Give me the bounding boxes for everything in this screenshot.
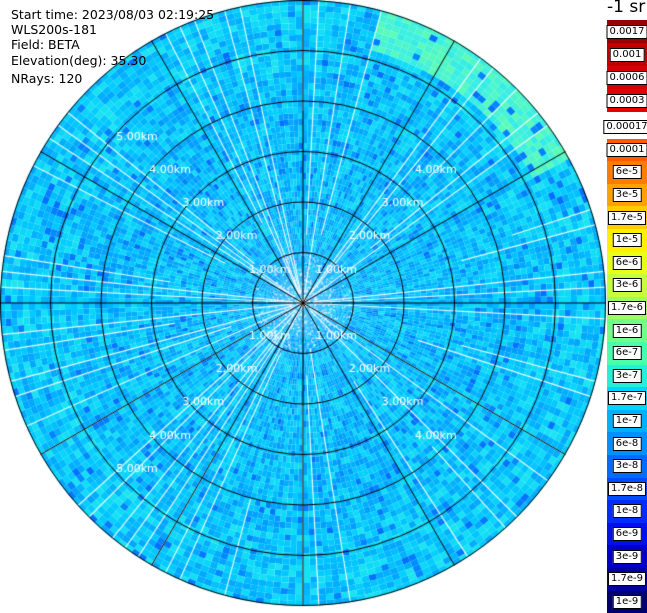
colorbar-step: 3e-8 — [607, 455, 647, 478]
field-name: Field: BETA — [11, 37, 80, 52]
colorbar-tick-label: 1.7e-9 — [608, 572, 646, 586]
colorbar-tick-label: 1e-8 — [613, 504, 642, 518]
colorbar-tick-label: 1e-7 — [613, 414, 642, 428]
colorbar-step: 6e-7 — [607, 342, 647, 365]
colorbar-unit-label: -1 sr — [607, 0, 645, 17]
colorbar-tick-label: 3e-8 — [613, 459, 642, 473]
instrument-name: WLS200s-181 — [11, 22, 97, 37]
colorbar-step: 0.00017 — [607, 116, 647, 139]
colorbar-step: 0.0017 — [607, 20, 647, 43]
colorbar-tick-label: 3e-7 — [613, 369, 642, 383]
colorbar-step: 1.7e-7 — [607, 387, 647, 410]
colorbar-tick-label: 3e-5 — [613, 188, 642, 202]
colorbar-step: 3e-9 — [607, 545, 647, 568]
colorbar-step: 6e-9 — [607, 523, 647, 546]
colorbar-step: 1e-5 — [607, 229, 647, 252]
ppi-scan-plot — [0, 0, 607, 607]
colorbar-tick-label: 6e-9 — [613, 527, 642, 541]
colorbar-tick-label: 0.0006 — [607, 71, 647, 85]
colorbar-tick-label: 3e-9 — [613, 550, 642, 564]
colorbar-tick-label: 1.7e-5 — [608, 211, 646, 225]
colorbar-step: 3e-6 — [607, 274, 647, 297]
colorbar-step: 1e-6 — [607, 319, 647, 342]
colorbar-tick-label: 6e-6 — [613, 256, 642, 270]
colorbar-step: 1.7e-8 — [607, 478, 647, 501]
elevation: Elevation(deg): 35.30 — [11, 53, 146, 68]
colorbar-tick-label: 1.7e-6 — [608, 301, 646, 315]
colorbar-step: 3e-5 — [607, 184, 647, 207]
colorbar-step: 0.0006 — [607, 66, 647, 89]
colorbar-step: 1e-9 — [607, 591, 647, 613]
colorbar-step: 3e-7 — [607, 365, 647, 388]
colorbar-step: 1.7e-9 — [607, 568, 647, 591]
colorbar-tick-label: 3e-6 — [613, 278, 642, 292]
colorbar-step: 6e-5 — [607, 161, 647, 184]
start-time: Start time: 2023/08/03 02:19:25 — [11, 7, 214, 22]
colorbar-tick-label: 1.7e-7 — [608, 391, 646, 405]
colorbar-step: 1e-8 — [607, 500, 647, 523]
colorbar-tick-label: 1e-6 — [613, 324, 642, 338]
nrays: NRays: 120 — [11, 71, 82, 86]
colorbar-tick-label: 0.001 — [610, 48, 645, 62]
colorbar-step: 0.0003 — [607, 89, 647, 112]
colorbar-step: 1.7e-5 — [607, 206, 647, 229]
colorbar-step: 6e-6 — [607, 252, 647, 275]
colorbar-step: 1e-7 — [607, 410, 647, 433]
colorbar-step: 0.001 — [607, 43, 647, 66]
colorbar-tick-label: 6e-5 — [613, 165, 642, 179]
colorbar-tick-label: 0.00017 — [603, 120, 647, 134]
colorbar-step: 1.7e-6 — [607, 297, 647, 320]
colorbar-tick-label: 0.0001 — [607, 143, 647, 157]
colorbar-tick-label: 1.7e-8 — [608, 482, 646, 496]
colorbar-tick-label: 6e-8 — [613, 437, 642, 451]
colorbar-tick-label: 1e-5 — [613, 233, 642, 247]
colorbar-tick-label: 0.0017 — [607, 25, 647, 39]
colorbar-tick-label: 0.0003 — [607, 94, 647, 108]
colorbar-step: 6e-8 — [607, 432, 647, 455]
colorbar-tick-label: 6e-7 — [613, 346, 642, 360]
colorbar-step: 0.0001 — [607, 139, 647, 162]
